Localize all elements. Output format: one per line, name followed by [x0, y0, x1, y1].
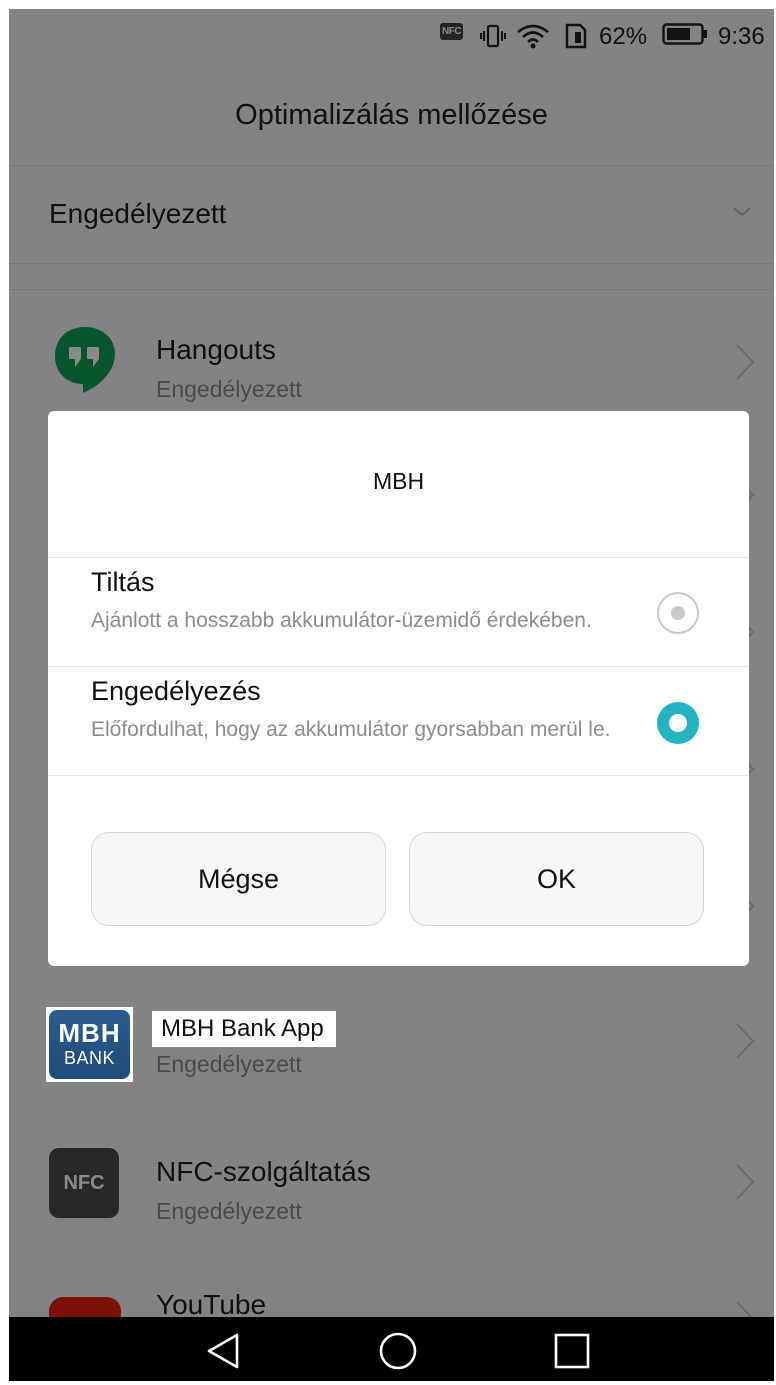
home-icon[interactable]	[378, 1331, 418, 1371]
option-title: Engedélyezés	[91, 676, 261, 706]
mbh-bank-icon: MBH BANK	[46, 1007, 133, 1082]
option-title: Tiltás	[91, 567, 155, 597]
mbh-bank-logo: MBH BANK	[49, 1010, 130, 1079]
back-icon[interactable]	[204, 1331, 244, 1371]
radio-unselected[interactable]	[656, 591, 700, 635]
bank-logo-text: BANK	[63, 1048, 116, 1068]
ok-button[interactable]: OK	[409, 832, 704, 926]
option-allow[interactable]: Engedélyezés Előfordulhat, hogy az akkum…	[48, 666, 749, 775]
phone-screen: NFC 62% 9:36 Optimalizálás mellőzése Eng…	[9, 9, 774, 1381]
divider	[48, 775, 749, 776]
radio-selected[interactable]	[656, 701, 700, 745]
app-name-mbh-bank: MBH Bank App	[152, 1011, 336, 1047]
navigation-bar	[9, 1317, 774, 1381]
mbh-logo-text: MBH	[58, 1018, 121, 1048]
dialog-title: MBH	[372, 467, 425, 494]
recent-apps-icon[interactable]	[552, 1331, 592, 1371]
option-description: Előfordulhat, hogy az akkumulátor gyorsa…	[91, 718, 611, 741]
permission-dialog: MBH Tiltás Ajánlott a hosszabb akkumulát…	[48, 411, 749, 966]
option-description: Ajánlott a hosszabb akkumulátor-üzemidő …	[91, 609, 592, 632]
option-deny[interactable]: Tiltás Ajánlott a hosszabb akkumulátor-ü…	[48, 557, 749, 666]
cancel-button[interactable]: Mégse	[91, 832, 386, 926]
